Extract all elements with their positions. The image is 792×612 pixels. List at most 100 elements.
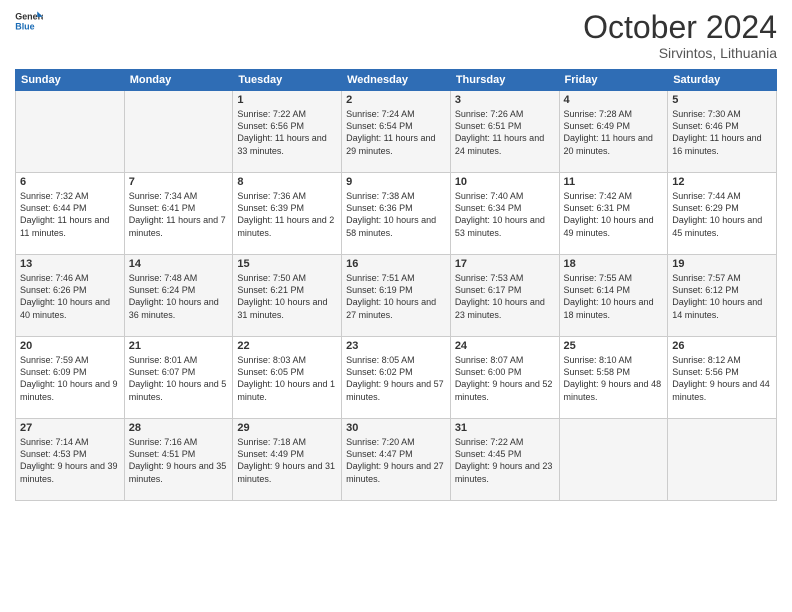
calendar-cell: 12Sunrise: 7:44 AMSunset: 6:29 PMDayligh… [668, 173, 777, 255]
day-info: Sunrise: 7:30 AMSunset: 6:46 PMDaylight:… [672, 108, 772, 157]
day-number: 20 [20, 340, 120, 352]
day-number: 18 [564, 258, 664, 270]
day-number: 5 [672, 94, 772, 106]
calendar-cell: 29Sunrise: 7:18 AMSunset: 4:49 PMDayligh… [233, 419, 342, 501]
day-info: Sunrise: 7:14 AMSunset: 4:53 PMDaylight:… [20, 436, 120, 485]
svg-text:Blue: Blue [15, 21, 34, 31]
title-block: October 2024 Sirvintos, Lithuania [583, 10, 777, 61]
calendar-cell: 10 Sunrise: 7:40 AMSunset: 6:34 PMDayligh… [450, 173, 559, 255]
calendar-week-row: 20Sunrise: 7:59 AMSunset: 6:09 PMDayligh… [16, 337, 777, 419]
calendar-cell [16, 91, 125, 173]
day-info: Sunrise: 7:26 AMSunset: 6:51 PMDaylight:… [455, 108, 555, 157]
day-number: 10 [455, 176, 555, 188]
calendar-cell [668, 419, 777, 501]
calendar-body: 1 Sunrise: 7:22 AMSunset: 6:56 PMDaylight… [16, 91, 777, 501]
weekday-header-row: SundayMondayTuesdayWednesdayThursdayFrid… [16, 70, 777, 91]
calendar-cell: 30 Sunrise: 7:20 AMSunset: 4:47 PMDayligh… [342, 419, 451, 501]
weekday-header-wednesday: Wednesday [342, 70, 451, 91]
day-info: Sunrise: 8:01 AMSunset: 6:07 PMDaylight:… [129, 354, 229, 403]
day-info: Sunrise: 7:22 AMSunset: 4:45 PMDaylight:… [455, 436, 555, 485]
day-number: 13 [20, 258, 120, 270]
day-number: 17 [455, 258, 555, 270]
day-info: Sunrise: 7:53 AMSunset: 6:17 PMDaylight:… [455, 272, 555, 321]
location-subtitle: Sirvintos, Lithuania [583, 45, 777, 61]
calendar-cell: 13 Sunrise: 7:46 AMSunset: 6:26 PMDayligh… [16, 255, 125, 337]
calendar-cell: 27 Sunrise: 7:14 AMSunset: 4:53 PMDayligh… [16, 419, 125, 501]
day-info: Sunrise: 7:57 AMSunset: 6:12 PMDaylight:… [672, 272, 772, 321]
calendar-cell: 15 Sunrise: 7:50 AMSunset: 6:21 PMDayligh… [233, 255, 342, 337]
day-info: Sunrise: 7:50 AMSunset: 6:21 PMDaylight:… [237, 272, 337, 321]
day-number: 1 [237, 94, 337, 106]
day-info: Sunrise: 7:34 AMSunset: 6:41 PMDaylight:… [129, 190, 229, 239]
day-number: 14 [129, 258, 229, 270]
day-number: 27 [20, 422, 120, 434]
day-number: 2 [346, 94, 446, 106]
day-info: Sunrise: 8:03 AMSunset: 6:05 PMDaylight:… [237, 354, 337, 403]
calendar-cell: 20Sunrise: 7:59 AMSunset: 6:09 PMDayligh… [16, 337, 125, 419]
day-info: Sunrise: 7:28 AMSunset: 6:49 PMDaylight:… [564, 108, 664, 157]
weekday-header-tuesday: Tuesday [233, 70, 342, 91]
day-number: 4 [564, 94, 664, 106]
day-info: Sunrise: 8:10 AMSunset: 5:58 PMDaylight:… [564, 354, 664, 403]
calendar-week-row: 6Sunrise: 7:32 AMSunset: 6:44 PMDaylight… [16, 173, 777, 255]
calendar-week-row: 1 Sunrise: 7:22 AMSunset: 6:56 PMDaylight… [16, 91, 777, 173]
day-number: 19 [672, 258, 772, 270]
day-info: Sunrise: 7:24 AMSunset: 6:54 PMDaylight:… [346, 108, 446, 157]
calendar-cell [124, 91, 233, 173]
calendar-cell: 18Sunrise: 7:55 AMSunset: 6:14 PMDayligh… [559, 255, 668, 337]
calendar-cell: 24Sunrise: 8:07 AMSunset: 6:00 PMDayligh… [450, 337, 559, 419]
calendar-cell: 11Sunrise: 7:42 AMSunset: 6:31 PMDayligh… [559, 173, 668, 255]
calendar-table: SundayMondayTuesdayWednesdayThursdayFrid… [15, 69, 777, 501]
day-info: Sunrise: 7:46 AMSunset: 6:26 PMDaylight:… [20, 272, 120, 321]
calendar-cell: 1 Sunrise: 7:22 AMSunset: 6:56 PMDaylight… [233, 91, 342, 173]
weekday-header-thursday: Thursday [450, 70, 559, 91]
day-info: Sunrise: 7:48 AMSunset: 6:24 PMDaylight:… [129, 272, 229, 321]
day-number: 8 [237, 176, 337, 188]
day-number: 28 [129, 422, 229, 434]
calendar-cell: 16Sunrise: 7:51 AMSunset: 6:19 PMDayligh… [342, 255, 451, 337]
month-title: October 2024 [583, 10, 777, 45]
day-info: Sunrise: 8:05 AMSunset: 6:02 PMDaylight:… [346, 354, 446, 403]
calendar-cell: 2 Sunrise: 7:24 AMSunset: 6:54 PMDaylight… [342, 91, 451, 173]
day-info: Sunrise: 7:22 AMSunset: 6:56 PMDaylight:… [237, 108, 337, 157]
day-info: Sunrise: 7:18 AMSunset: 4:49 PMDaylight:… [237, 436, 337, 485]
day-number: 6 [20, 176, 120, 188]
day-number: 7 [129, 176, 229, 188]
day-info: Sunrise: 7:36 AMSunset: 6:39 PMDaylight:… [237, 190, 337, 239]
calendar-cell: 23 Sunrise: 8:05 AMSunset: 6:02 PMDayligh… [342, 337, 451, 419]
day-number: 22 [237, 340, 337, 352]
weekday-header-friday: Friday [559, 70, 668, 91]
day-info: Sunrise: 8:12 AMSunset: 5:56 PMDaylight:… [672, 354, 772, 403]
day-number: 30 [346, 422, 446, 434]
calendar-cell: 8 Sunrise: 7:36 AMSunset: 6:39 PMDaylight… [233, 173, 342, 255]
calendar-cell: 6Sunrise: 7:32 AMSunset: 6:44 PMDaylight… [16, 173, 125, 255]
calendar-cell: 25 Sunrise: 8:10 AMSunset: 5:58 PMDayligh… [559, 337, 668, 419]
day-number: 25 [564, 340, 664, 352]
day-number: 23 [346, 340, 446, 352]
calendar-cell: 4 Sunrise: 7:28 AMSunset: 6:49 PMDaylight… [559, 91, 668, 173]
day-number: 16 [346, 258, 446, 270]
logo-icon: General Blue [15, 10, 43, 32]
calendar-cell: 9Sunrise: 7:38 AMSunset: 6:36 PMDaylight… [342, 173, 451, 255]
calendar-cell: 21 Sunrise: 8:01 AMSunset: 6:07 PMDayligh… [124, 337, 233, 419]
calendar-week-row: 13 Sunrise: 7:46 AMSunset: 6:26 PMDayligh… [16, 255, 777, 337]
day-number: 11 [564, 176, 664, 188]
day-info: Sunrise: 7:20 AMSunset: 4:47 PMDaylight:… [346, 436, 446, 485]
weekday-header-sunday: Sunday [16, 70, 125, 91]
calendar-cell: 19 Sunrise: 7:57 AMSunset: 6:12 PMDayligh… [668, 255, 777, 337]
day-number: 24 [455, 340, 555, 352]
calendar-cell: 7 Sunrise: 7:34 AMSunset: 6:41 PMDaylight… [124, 173, 233, 255]
day-info: Sunrise: 7:16 AMSunset: 4:51 PMDaylight:… [129, 436, 229, 485]
day-number: 3 [455, 94, 555, 106]
calendar-cell: 26Sunrise: 8:12 AMSunset: 5:56 PMDayligh… [668, 337, 777, 419]
calendar-cell: 14 Sunrise: 7:48 AMSunset: 6:24 PMDayligh… [124, 255, 233, 337]
day-number: 15 [237, 258, 337, 270]
calendar-cell: 5 Sunrise: 7:30 AMSunset: 6:46 PMDaylight… [668, 91, 777, 173]
day-info: Sunrise: 7:44 AMSunset: 6:29 PMDaylight:… [672, 190, 772, 239]
day-number: 21 [129, 340, 229, 352]
calendar-cell: 3 Sunrise: 7:26 AMSunset: 6:51 PMDaylight… [450, 91, 559, 173]
day-info: Sunrise: 7:40 AMSunset: 6:34 PMDaylight:… [455, 190, 555, 239]
calendar-cell: 28 Sunrise: 7:16 AMSunset: 4:51 PMDayligh… [124, 419, 233, 501]
calendar-cell: 22 Sunrise: 8:03 AMSunset: 6:05 PMDayligh… [233, 337, 342, 419]
logo: General Blue [15, 10, 43, 32]
